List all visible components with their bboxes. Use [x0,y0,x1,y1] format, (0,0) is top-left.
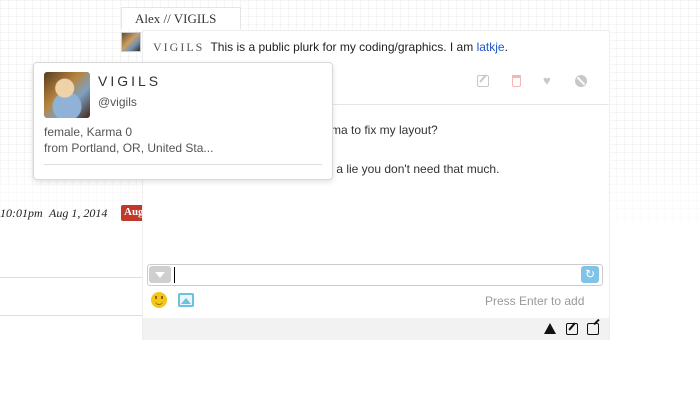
profile-divider [44,164,322,165]
timeline-divider [0,315,142,316]
author-avatar[interactable] [121,32,141,52]
owner-tab[interactable]: Alex // VIGILS [121,7,241,29]
reply-hint: Press Enter to add [485,294,585,308]
timeline-divider [0,277,142,278]
text-caret [174,267,175,283]
profile-avatar[interactable] [44,72,90,118]
profile-display-name[interactable]: VIGILS [98,73,161,89]
plurk-link[interactable]: latkje [477,40,505,54]
plurk-footer-bar [143,318,609,340]
timeline-month-badge[interactable]: Aug [121,205,143,221]
edit-icon[interactable] [477,75,489,87]
plurk-text: This is a public plurk for my coding/gra… [210,40,474,54]
response-text: s a lie you don't need that much. [327,162,500,176]
response-text: rma to fix my layout? [327,123,438,137]
open-external-icon[interactable] [587,323,599,335]
profile-stats: female, Karma 0 [44,125,133,139]
mute-icon[interactable] [575,75,587,87]
author-name[interactable]: VIGILS [153,40,204,54]
image-icon[interactable] [178,293,194,307]
smiley-icon[interactable] [151,292,167,308]
warning-icon[interactable] [544,323,556,334]
delete-icon[interactable] [512,75,521,87]
edit-icon[interactable] [566,323,578,335]
plurk-content: VIGILS This is a public plurk for my cod… [153,40,508,55]
timeline-time: 10:01pm [0,206,43,220]
profile-popup: VIGILS @vigils female, Karma 0 from Port… [33,62,333,180]
profile-location: from Portland, OR, United Sta... [44,141,214,155]
refresh-icon[interactable]: ↻ [581,266,599,283]
chevron-down-icon[interactable] [149,266,171,283]
reply-input[interactable] [147,264,603,286]
profile-handle: @vigils [98,95,137,109]
plurk-actions: ♥ [477,74,587,89]
heart-icon[interactable]: ♥ [543,74,555,87]
plurk-end-punct: . [504,40,508,54]
timeline-date: Aug 1, 2014 [49,206,108,220]
